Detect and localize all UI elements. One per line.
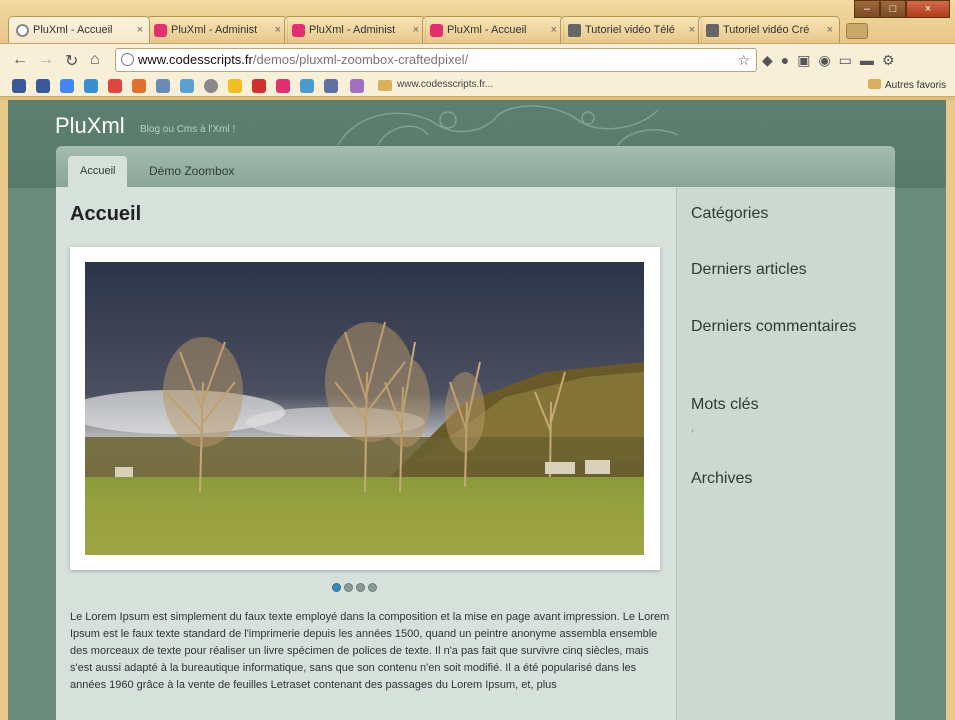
landscape-photo[interactable] — [85, 262, 644, 555]
tab-label: PluXml - Accueil — [33, 24, 113, 36]
site-title[interactable]: PluXml — [55, 113, 125, 139]
url-path: /demos/pluxml-zoombox-craftedpixel/ — [252, 52, 469, 67]
tab-pluxml-admin-2[interactable]: PluXml - Administ × — [284, 16, 426, 43]
home-icon[interactable]: ⌂ — [90, 51, 100, 69]
page-heading: Accueil — [70, 203, 142, 225]
tab-label: PluXml - Accueil — [447, 24, 527, 36]
sidebar-heading-categories: Catégories — [691, 205, 769, 222]
slider-dot[interactable] — [356, 583, 365, 592]
back-arrow-icon[interactable]: ← — [12, 51, 28, 69]
sidebar-heading-tags: Mots clés — [691, 396, 759, 413]
pluxml-icon[interactable] — [276, 79, 290, 93]
facebook-icon[interactable] — [12, 79, 26, 93]
address-bar[interactable]: www.codesscripts.fr/demos/pluxml-zoombox… — [115, 48, 757, 72]
other-bookmarks-label: Autres favoris — [885, 80, 947, 91]
tab-tutoriel-2[interactable]: Tutoriel vidéo Cré × — [698, 16, 840, 43]
tab-pluxml-accueil-2[interactable]: PluXml - Accueil × — [422, 16, 564, 43]
clock-icon[interactable] — [204, 79, 218, 93]
content-frame: Accueil Démo Zoombox Accueil Le Lorem Ip… — [56, 146, 895, 720]
facebook-icon[interactable] — [36, 79, 50, 93]
sidebar-heading-latest-articles: Derniers articles — [691, 261, 807, 278]
clock-favicon-icon — [16, 24, 29, 37]
tab-close-icon[interactable]: × — [137, 17, 143, 43]
browser-chrome: – □ × PluXml - Accueil × PluXml - Admini… — [0, 0, 955, 100]
slider-dot[interactable] — [344, 583, 353, 592]
sidebar-heading-latest-comments: Derniers commentaires — [691, 318, 857, 335]
bookmark-icon[interactable] — [324, 79, 338, 93]
main-nav: Accueil Démo Zoombox — [56, 146, 895, 187]
tab-label: Tutoriel vidéo Télé — [585, 24, 675, 36]
tab-label: Tutoriel vidéo Cré — [723, 24, 810, 36]
nav-tab-accueil[interactable]: Accueil — [68, 156, 128, 187]
folder-icon — [868, 79, 881, 89]
tab-close-icon[interactable]: × — [551, 17, 557, 43]
extension-icons[interactable]: ◆●▣◉▭▬⚙ — [762, 52, 902, 69]
bookmark-icon[interactable] — [180, 79, 194, 93]
youtube-icon[interactable] — [252, 79, 266, 93]
slider-pagination — [332, 579, 380, 592]
article-paragraph: Le Lorem Ipsum est simplement du faux te… — [70, 611, 670, 691]
url-host: www.codesscripts.fr — [138, 52, 253, 67]
reload-icon[interactable]: ↻ — [65, 51, 78, 71]
browser-toolbar: ← → ↻ ⌂ www.codesscripts.fr/demos/pluxml… — [0, 43, 955, 75]
slider-dot[interactable] — [368, 583, 377, 592]
bookmark-icon[interactable] — [132, 79, 146, 93]
new-tab-button[interactable] — [846, 23, 868, 39]
forward-arrow-icon[interactable]: → — [38, 51, 54, 69]
tab-close-icon[interactable]: × — [827, 17, 833, 43]
tab-close-icon[interactable]: × — [413, 17, 419, 43]
bookmark-icon[interactable] — [228, 79, 242, 93]
window-close-button[interactable]: × — [906, 0, 950, 18]
bookmark-icon[interactable] — [300, 79, 314, 93]
main-content: Accueil Le Lorem Ipsum est simplement du… — [56, 187, 676, 720]
tab-close-icon[interactable]: × — [689, 17, 695, 43]
video-favicon-icon — [568, 24, 581, 37]
page-info-icon[interactable] — [121, 53, 134, 66]
web-page: PluXml Blog ou Cms à l'Xml ! Accueil Dém… — [8, 100, 946, 720]
pluxml-favicon-icon — [292, 24, 305, 37]
sidebar: Catégories Derniers articles Derniers co… — [676, 187, 895, 720]
pluxml-favicon-icon — [154, 24, 167, 37]
bookmark-star-icon[interactable]: ☆ — [737, 49, 750, 71]
bookmark-codesscripts[interactable]: www.codesscripts.fr... — [397, 79, 493, 90]
tab-label: PluXml - Administ — [309, 24, 396, 36]
site-description: Blog ou Cms à l'Xml ! — [140, 124, 236, 135]
tab-label: PluXml - Administ — [171, 24, 258, 36]
nav-tab-demo-zoombox[interactable]: Démo Zoombox — [137, 156, 246, 187]
bookmark-icon[interactable] — [350, 79, 364, 93]
tab-pluxml-admin-1[interactable]: PluXml - Administ × — [146, 16, 288, 43]
bookmarks-bar: www.codesscripts.fr... Autres favoris — [0, 75, 955, 97]
sidebar-heading-archives: Archives — [691, 470, 753, 487]
image-slider[interactable] — [70, 247, 660, 570]
tab-close-icon[interactable]: × — [275, 17, 281, 43]
tab-strip: PluXml - Accueil × PluXml - Administ × P… — [8, 16, 878, 43]
tags-list-marker: › — [691, 425, 694, 435]
video-favicon-icon — [706, 24, 719, 37]
mail-icon[interactable] — [156, 79, 170, 93]
tab-pluxml-accueil[interactable]: PluXml - Accueil × — [8, 16, 150, 43]
slider-dot[interactable] — [332, 583, 341, 592]
gmail-icon[interactable] — [108, 79, 122, 93]
tab-tutoriel-1[interactable]: Tutoriel vidéo Télé × — [560, 16, 702, 43]
other-bookmarks[interactable]: Autres favoris — [868, 79, 946, 91]
pluxml-favicon-icon — [430, 24, 443, 37]
floral-ornament-icon — [337, 105, 679, 145]
landscape-image — [85, 262, 644, 555]
folder-icon — [378, 80, 392, 91]
google-icon[interactable] — [60, 79, 74, 93]
maximize-button[interactable]: □ — [880, 0, 906, 18]
bookmark-icon[interactable] — [84, 79, 98, 93]
